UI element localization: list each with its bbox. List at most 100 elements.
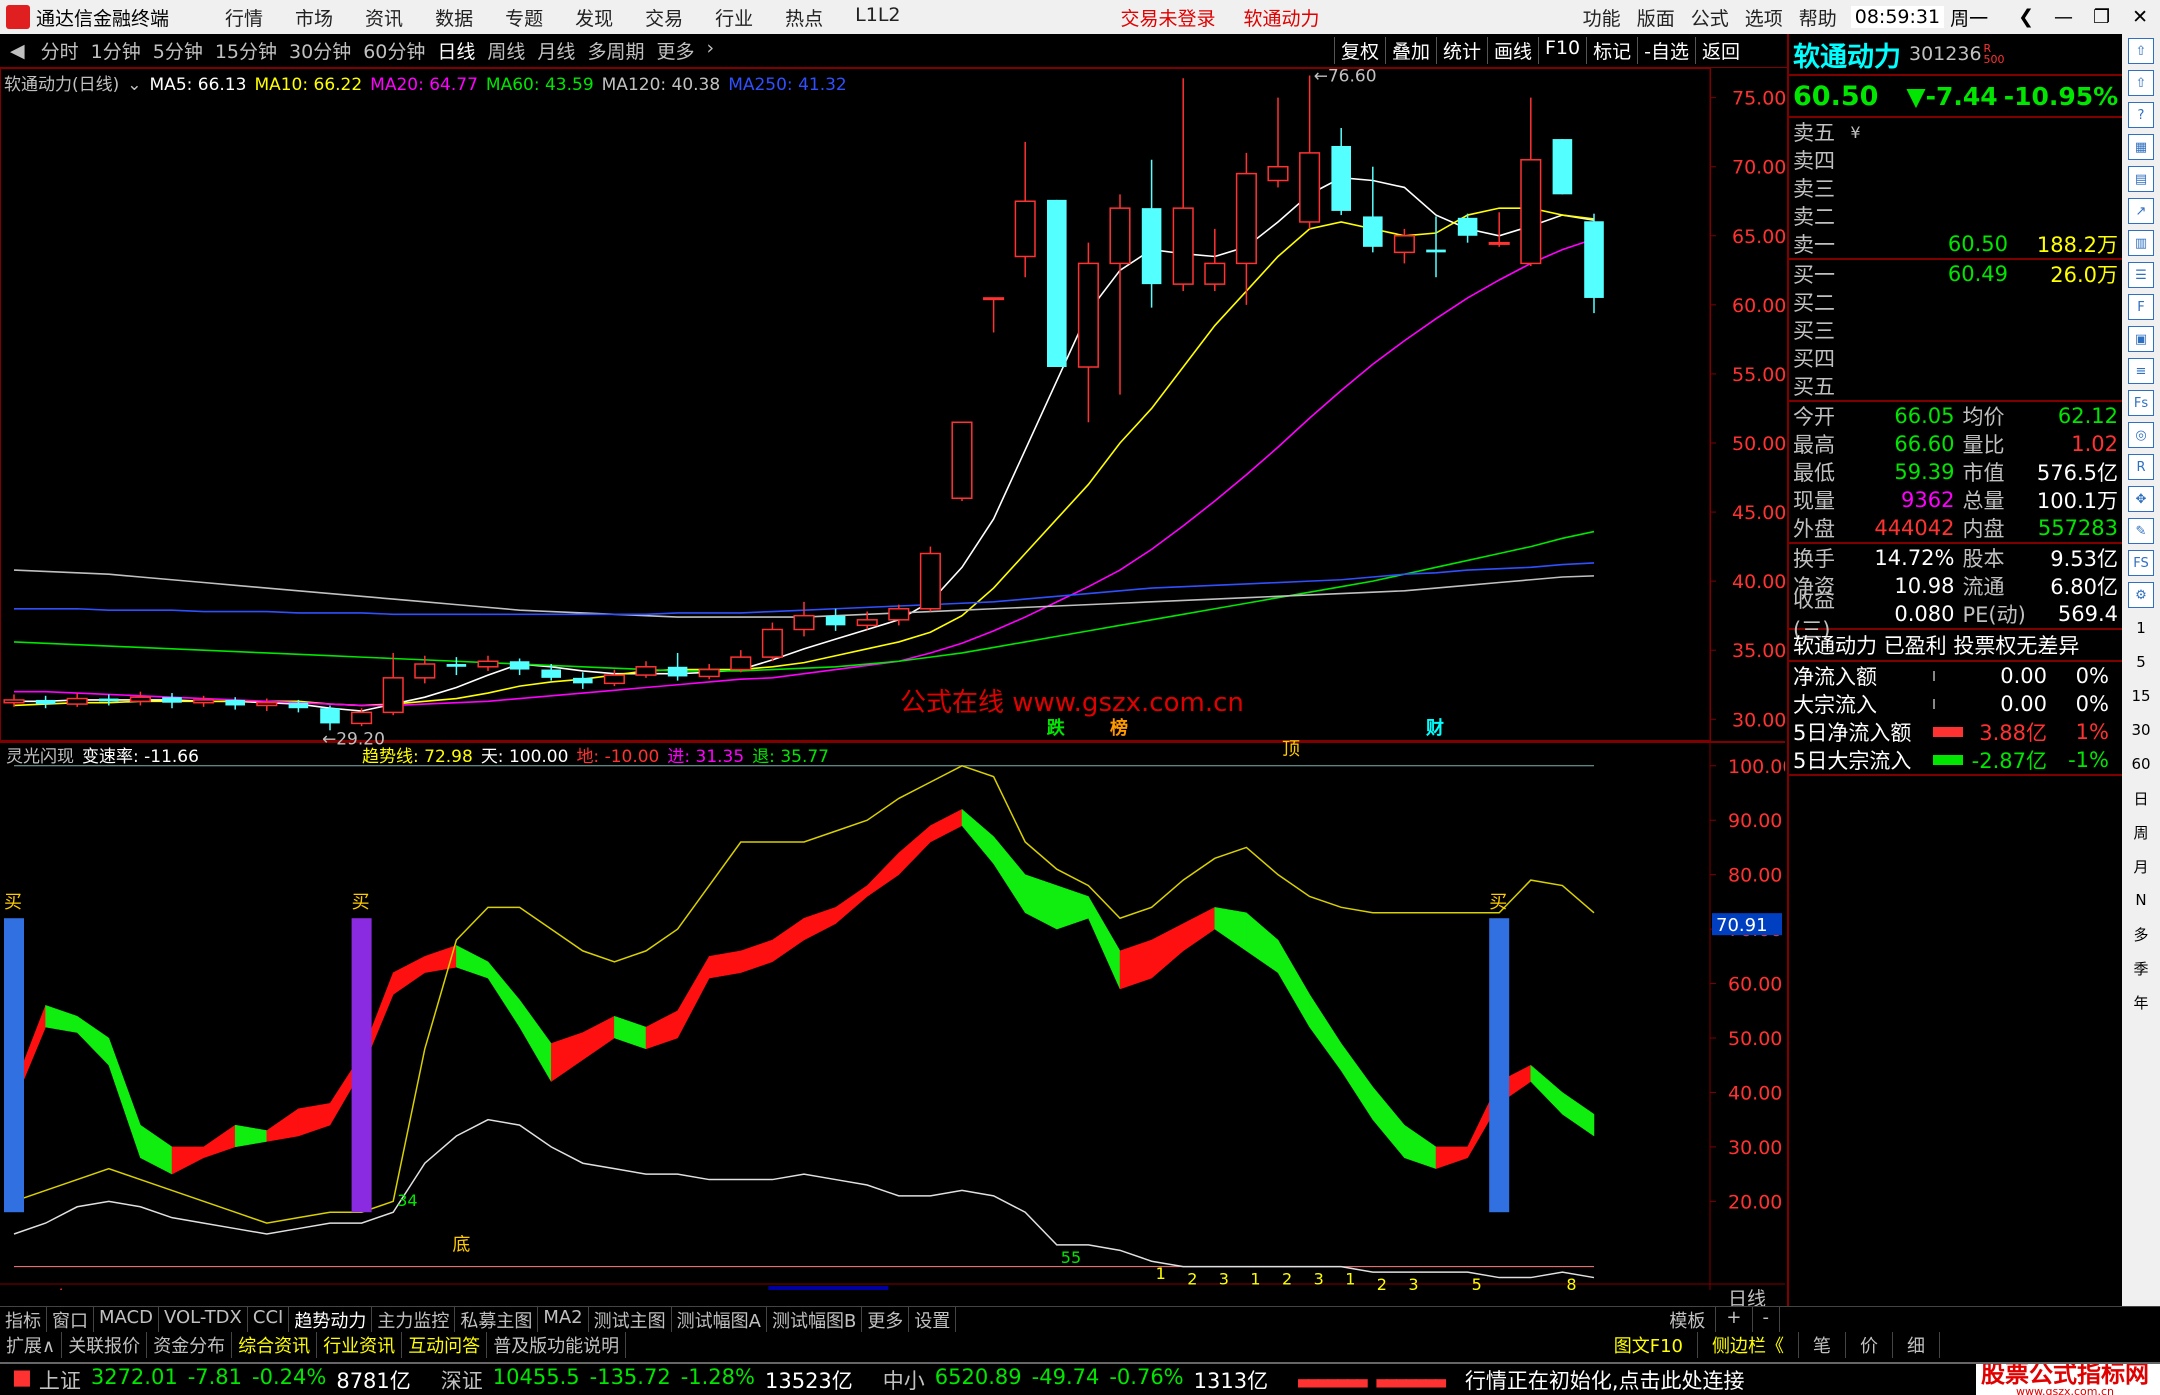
bars-icon[interactable]: ▥ [2128, 230, 2154, 256]
menu-item-7[interactable]: 行业 [699, 4, 769, 31]
f10-icon[interactable]: F [2128, 294, 2154, 320]
ext-tab-6[interactable]: 普及版功能说明 [487, 1332, 627, 1358]
right-menu-item-4[interactable]: 帮助 [1791, 4, 1845, 31]
list-icon[interactable]: ≡ [2128, 358, 2154, 384]
chart-area[interactable]: 75.00 70.00 65.00 60.00 55.00 50.00 45.00 40.00… [0, 68, 1785, 1310]
chart-tool-2[interactable]: 统计 [1435, 37, 1487, 64]
side-unit-3[interactable]: N [2135, 886, 2146, 914]
side-period-1[interactable]: 5 [2136, 648, 2146, 676]
menu-item-6[interactable]: 交易 [629, 4, 699, 31]
chart-tool-7[interactable]: 返回 [1694, 37, 1746, 64]
period-tab-6[interactable]: 日线 [431, 37, 481, 64]
indicator-tab-12[interactable]: 更多 [862, 1307, 910, 1332]
right-menu-item-3[interactable]: 选项 [1737, 4, 1791, 31]
circle-icon[interactable]: ◎ [2128, 422, 2154, 448]
more-chevron-icon[interactable]: › [700, 37, 720, 64]
side-unit-4[interactable]: 多 [2133, 920, 2148, 948]
ext-tab-5[interactable]: 互动问答 [402, 1332, 488, 1358]
side-period-0[interactable]: 1 [2136, 614, 2146, 642]
indicator-tab-4[interactable]: CCI [248, 1307, 290, 1332]
menu-item-0[interactable]: 行情 [209, 4, 279, 31]
period-tab-8[interactable]: 月线 [531, 37, 581, 64]
chart-tool-3[interactable]: 画线 [1486, 37, 1538, 64]
right-menu-item-2[interactable]: 公式 [1683, 4, 1737, 31]
menu-item-4[interactable]: 专题 [489, 4, 559, 31]
side-unit-6[interactable]: 年 [2133, 988, 2148, 1016]
period-tab-9[interactable]: 多周期 [581, 37, 650, 64]
tabs2-right-0[interactable]: 图文F10 [1600, 1332, 1698, 1358]
tabs2-right-2[interactable]: 笔 [1799, 1332, 1846, 1358]
right-menu-item-0[interactable]: 功能 [1575, 4, 1629, 31]
period-tab-5[interactable]: 60分钟 [357, 37, 431, 64]
help-icon[interactable]: ? [2128, 102, 2154, 128]
menu-item-1[interactable]: 市场 [279, 4, 349, 31]
cross-icon[interactable]: ✥ [2128, 486, 2154, 512]
chart-tool-6[interactable]: -自选 [1637, 37, 1695, 64]
ext-tab-0[interactable]: 扩展∧ [0, 1332, 63, 1358]
chart-tool-0[interactable]: 复权 [1333, 37, 1385, 64]
indicator-tab-11[interactable]: 测试幅图B [767, 1307, 863, 1332]
restore-icon[interactable]: ❐ [2083, 6, 2120, 28]
back-icon[interactable]: ❮ [2008, 6, 2044, 28]
arrow-up-icon[interactable]: ⇧ [2128, 70, 2154, 96]
chart-tool-4[interactable]: F10 [1538, 37, 1586, 64]
pen-icon[interactable]: ✎ [2128, 518, 2154, 544]
period-tab-2[interactable]: 5分钟 [147, 37, 209, 64]
close-icon[interactable]: ✕ [2120, 6, 2160, 28]
indicator-tab-0[interactable]: 指标 [0, 1307, 47, 1332]
menu-item-5[interactable]: 发现 [559, 4, 629, 31]
period-tab-4[interactable]: 30分钟 [283, 37, 357, 64]
side-period-4[interactable]: 60 [2131, 750, 2150, 778]
indicator-tab-13[interactable]: 设置 [909, 1307, 957, 1332]
tabs2-right-4[interactable]: 细 [1893, 1332, 1940, 1358]
indicator-tab-7[interactable]: 私募主图 [455, 1307, 539, 1332]
gear-icon[interactable]: ⚙ [2128, 582, 2154, 608]
menu-item-2[interactable]: 资讯 [349, 4, 419, 31]
bid-row-1-price[interactable]: 60.49 [1858, 262, 2008, 286]
rsi-icon[interactable]: R [2128, 454, 2154, 480]
indicator-tab-9[interactable]: 测试主图 [589, 1307, 672, 1332]
grid-icon[interactable]: ▤ [2128, 166, 2154, 192]
tabs1-right-0[interactable]: 模板 [1659, 1307, 1717, 1332]
tabs2-right-3[interactable]: 价 [1846, 1332, 1893, 1358]
stock-alert[interactable]: 软通动力 [1230, 4, 1334, 31]
tiles-icon[interactable]: ▦ [2128, 134, 2154, 160]
arrow-up-icon[interactable]: ⇧ [2128, 38, 2154, 64]
period-tab-7[interactable]: 周线 [481, 37, 531, 64]
chart-icon[interactable]: ↗ [2128, 198, 2154, 224]
table-icon[interactable]: ☰ [2128, 262, 2154, 288]
tabs1-right-2[interactable]: - [1753, 1307, 1780, 1332]
side-period-3[interactable]: 30 [2131, 716, 2150, 744]
trade-login-alert[interactable]: 交易未登录 [1107, 4, 1230, 31]
sheet-icon[interactable]: ▣ [2128, 326, 2154, 352]
f2-icon[interactable]: Fs [2128, 390, 2154, 416]
side-unit-0[interactable]: 日 [2133, 784, 2148, 812]
indicator-tab-10[interactable]: 测试幅图A [672, 1307, 767, 1332]
side-unit-1[interactable]: 周 [2133, 818, 2148, 846]
connection-message[interactable]: 行情正在初始化,点击此处连接 [1460, 1365, 1750, 1395]
side-unit-5[interactable]: 季 [2133, 954, 2148, 982]
menu-item-3[interactable]: 数据 [419, 4, 489, 31]
legend-dropdown-icon[interactable]: ⌄ [127, 75, 141, 95]
ext-tab-2[interactable]: 资金分布 [147, 1332, 233, 1358]
ext-tab-1[interactable]: 关联报价 [62, 1332, 148, 1358]
index-1[interactable]: 深证 10455.5 -135.72 -1.28% 13523亿 [431, 1365, 873, 1395]
menu-item-8[interactable]: 热点 [769, 4, 839, 31]
panel-toggle-icon[interactable]: ◀ [0, 40, 35, 62]
period-tab-10[interactable]: 更多 [650, 37, 700, 64]
right-menu-item-1[interactable]: 版面 [1629, 4, 1683, 31]
period-tab-1[interactable]: 1分钟 [85, 37, 147, 64]
minimize-icon[interactable]: — [2044, 6, 2083, 28]
chart-tool-5[interactable]: 标记 [1586, 37, 1637, 64]
tabs1-right-1[interactable]: + [1716, 1307, 1753, 1332]
indicator-tab-3[interactable]: VOL-TDX [159, 1307, 248, 1332]
indicator-tab-6[interactable]: 主力监控 [372, 1307, 456, 1332]
indicator-tab-5[interactable]: 趋势动力 [289, 1307, 373, 1332]
indicator-tab-1[interactable]: 窗口 [47, 1307, 94, 1332]
fs-icon[interactable]: FS [2128, 550, 2154, 576]
indicator-tab-2[interactable]: MACD [94, 1307, 159, 1332]
side-unit-2[interactable]: 月 [2133, 852, 2148, 880]
chart-canvas[interactable]: 75.00 70.00 65.00 60.00 55.00 50.00 45.00 40.00… [0, 68, 1785, 1290]
period-tab-3[interactable]: 15分钟 [209, 37, 283, 64]
index-0[interactable]: ■ 上证 3272.01 -7.81 -0.24% 8781亿 [5, 1365, 431, 1395]
